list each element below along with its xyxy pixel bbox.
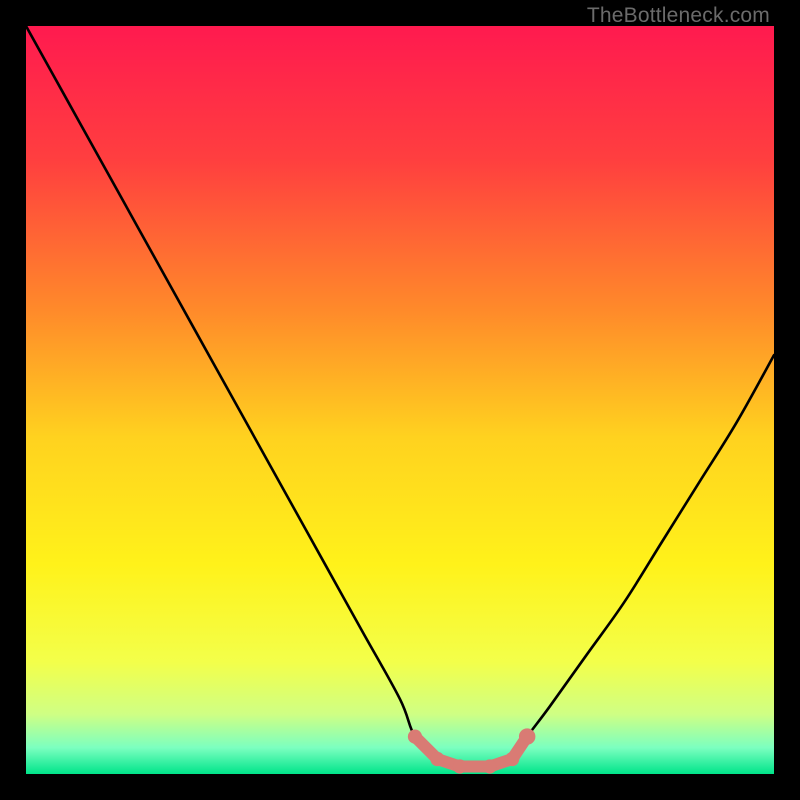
bottleneck-curve <box>26 26 774 768</box>
optimal-region-dot <box>430 752 444 766</box>
optimal-region-dot <box>483 759 497 773</box>
optimal-region-dot <box>453 759 467 773</box>
optimal-region-markers <box>408 728 536 773</box>
chart-frame: TheBottleneck.com <box>0 0 800 800</box>
watermark-text: TheBottleneck.com <box>587 4 770 28</box>
optimal-region-dot <box>408 729 422 743</box>
curve-layer <box>26 26 774 774</box>
optimal-region-dot <box>519 728 535 744</box>
plot-area <box>26 26 774 774</box>
optimal-region-dot <box>505 752 519 766</box>
